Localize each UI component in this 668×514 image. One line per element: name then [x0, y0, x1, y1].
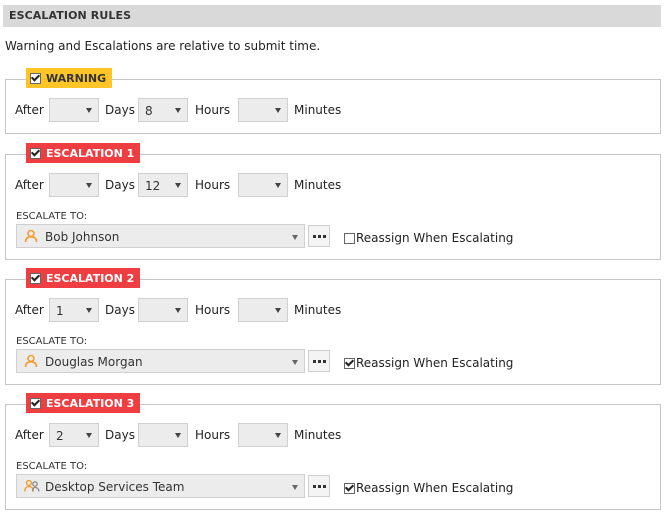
reassign-label: Reassign When Escalating	[356, 356, 514, 370]
escalation-2-minutes-select[interactable]	[238, 298, 288, 322]
escalation-2-reassign-checkbox[interactable]	[344, 357, 355, 369]
escalation-3-minutes-select[interactable]	[238, 423, 288, 447]
escalate-to-label: ESCALATE TO:	[16, 211, 88, 222]
escalation-rule-3: ESCALATION 3 After 2 Days Hours Minutes …	[5, 393, 661, 510]
section-header: ESCALATION RULES	[3, 5, 661, 27]
escalation-2-checkbox[interactable]	[30, 272, 41, 284]
chevron-down-icon	[175, 308, 181, 313]
escalation-3-checkbox[interactable]	[30, 397, 41, 409]
reassign-label: Reassign When Escalating	[356, 231, 514, 245]
minutes-label: Minutes	[294, 178, 342, 192]
escalate-to-label: ESCALATE TO:	[16, 336, 88, 347]
escalation-2-hours-select[interactable]	[138, 298, 188, 322]
escalation-2-assignee-select[interactable]: Douglas Morgan	[16, 349, 305, 373]
escalation-2-browse-button[interactable]	[308, 350, 330, 372]
chevron-down-icon	[175, 108, 181, 113]
chevron-down-icon	[175, 183, 181, 188]
after-label: After	[15, 103, 44, 117]
escalation-rule-1: ESCALATION 1 After Days 12 Hours Minutes…	[5, 143, 661, 260]
escalation-3-title: ESCALATION 3	[46, 396, 135, 410]
escalation-1-title: ESCALATION 1	[46, 146, 135, 160]
escalation-2-legend: ESCALATION 2	[26, 268, 141, 288]
warning-minutes-select[interactable]	[238, 98, 288, 122]
escalation-1-legend: ESCALATION 1	[26, 143, 141, 163]
user-icon	[24, 354, 38, 371]
chevron-down-icon	[86, 108, 92, 113]
escalation-1-minutes-select[interactable]	[238, 173, 288, 197]
hours-label: Hours	[195, 103, 231, 117]
escalation-1-checkbox[interactable]	[30, 147, 41, 159]
days-label: Days	[105, 178, 135, 192]
escalation-3-reassign[interactable]: Reassign When Escalating	[344, 481, 513, 495]
more-dots-icon	[312, 359, 316, 363]
chevron-down-icon	[292, 485, 298, 490]
escalation-3-reassign-checkbox[interactable]	[344, 482, 355, 494]
warning-hours-select[interactable]: 8	[138, 98, 188, 122]
user-icon	[24, 229, 38, 246]
chevron-down-icon	[292, 235, 298, 240]
escalation-2-days-select[interactable]: 1	[49, 298, 99, 322]
escalation-2-reassign[interactable]: Reassign When Escalating	[344, 356, 513, 370]
chevron-down-icon	[275, 433, 281, 438]
chevron-down-icon	[86, 308, 92, 313]
intro-text: Warning and Escalations are relative to …	[5, 39, 321, 53]
more-dots-icon	[312, 234, 316, 238]
escalation-2-title: ESCALATION 2	[46, 271, 135, 285]
warning-title: WARNING	[46, 71, 107, 85]
chevron-down-icon	[86, 433, 92, 438]
escalation-3-days-select[interactable]: 2	[49, 423, 99, 447]
warning-checkbox[interactable]	[30, 72, 41, 84]
escalation-rule-2: ESCALATION 2 After 1 Days Hours Minutes …	[5, 268, 661, 385]
hours-label: Hours	[195, 428, 231, 442]
reassign-label: Reassign When Escalating	[356, 481, 514, 495]
escalation-1-browse-button[interactable]	[308, 225, 330, 247]
section-title: ESCALATION RULES	[9, 9, 132, 22]
minutes-label: Minutes	[294, 428, 342, 442]
after-label: After	[15, 178, 44, 192]
more-dots-icon	[312, 484, 316, 488]
escalation-1-days-select[interactable]	[49, 173, 99, 197]
chevron-down-icon	[275, 183, 281, 188]
escalation-1-hours-select[interactable]: 12	[138, 173, 188, 197]
escalation-3-hours-select[interactable]	[138, 423, 188, 447]
team-icon	[24, 479, 40, 496]
days-label: Days	[105, 103, 135, 117]
hours-label: Hours	[195, 303, 231, 317]
days-label: Days	[105, 303, 135, 317]
after-label: After	[15, 303, 44, 317]
after-label: After	[15, 428, 44, 442]
warning-legend: WARNING	[26, 68, 113, 88]
chevron-down-icon	[292, 360, 298, 365]
escalation-1-reassign[interactable]: Reassign When Escalating	[344, 231, 513, 245]
minutes-label: Minutes	[294, 303, 342, 317]
chevron-down-icon	[175, 433, 181, 438]
warning-days-select[interactable]	[49, 98, 99, 122]
escalation-3-browse-button[interactable]	[308, 475, 330, 497]
escalation-3-assignee-select[interactable]: Desktop Services Team	[16, 474, 305, 498]
escalation-3-legend: ESCALATION 3	[26, 393, 141, 413]
escalate-to-label: ESCALATE TO:	[16, 461, 88, 472]
escalation-1-assignee-select[interactable]: Bob Johnson	[16, 224, 305, 248]
escalation-1-reassign-checkbox[interactable]	[344, 232, 355, 244]
warning-rule: WARNING After Days 8 Hours Minutes	[5, 68, 661, 134]
days-label: Days	[105, 428, 135, 442]
minutes-label: Minutes	[294, 103, 342, 117]
chevron-down-icon	[275, 308, 281, 313]
chevron-down-icon	[86, 183, 92, 188]
chevron-down-icon	[275, 108, 281, 113]
hours-label: Hours	[195, 178, 231, 192]
